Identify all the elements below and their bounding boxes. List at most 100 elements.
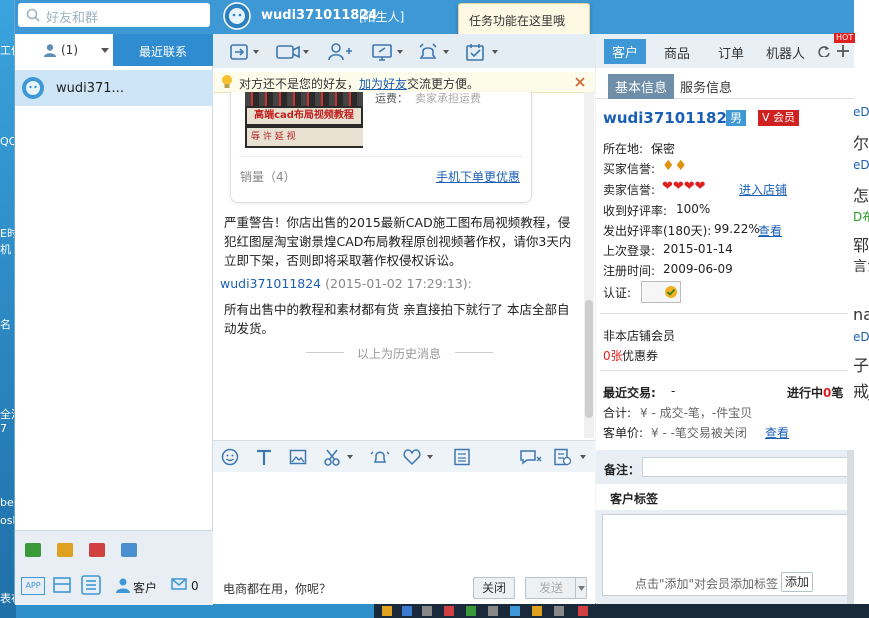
notes-input[interactable] [642,457,848,477]
add-tab-icon[interactable] [836,44,850,58]
last-login-value: 2015-01-14 [663,242,733,256]
auth-badge [641,281,681,303]
send-button[interactable]: 发送 [525,577,577,599]
right-tabs: 客户 商品 订单 机器人 HOT [596,33,856,68]
notice-suffix: 交流更方便。 [407,77,480,91]
add-tag-button[interactable]: 添加 [781,572,813,592]
recent-trade-label: 最近交易: [603,386,656,400]
message-time: (2015-01-02 17:29:13): [325,276,472,291]
list-icon[interactable] [81,575,101,595]
contact-name: wudi371... [56,81,124,96]
tab-product[interactable]: 商品 [664,43,690,62]
mail-icon[interactable] [171,578,187,590]
tab-contacts[interactable]: (1) [15,34,113,66]
customer-icon[interactable] [115,577,131,593]
chat-user-tag: [陌生人] [359,10,405,24]
quick-reply-icon[interactable] [519,448,543,466]
add-user-icon[interactable] [327,42,361,62]
history-label: 以上为历史消息 [357,347,442,361]
search-input[interactable]: 好友和群 [18,3,210,27]
sell-icon[interactable] [121,543,137,557]
divider [306,352,344,353]
add-friend-link[interactable]: 加为好友 [359,77,407,91]
product-image-subtitle: 辱 许 延 视 [247,128,363,146]
customer-label[interactable]: 客户 [133,579,157,596]
alarm-icon[interactable] [417,42,451,62]
send-options-button[interactable] [575,577,587,599]
vip-badge: V 会员 [758,110,800,126]
view-link[interactable]: 查看 [765,424,789,441]
tags-header: 客户标签 [596,484,854,510]
refresh-icon[interactable] [818,45,830,57]
tab-basic-info[interactable]: 基本信息 [608,74,675,99]
chat-scrollbar-thumb[interactable] [585,300,593,418]
tooltip-text: 任务功能在这里哦 [469,14,566,28]
message-input[interactable] [213,472,595,572]
avatar [22,77,44,99]
store-icon[interactable] [53,577,71,593]
tab-recent[interactable]: 最近联系 [113,34,213,66]
product-card[interactable]: 高端cad布局视频教程 辱 许 延 视 运费： 卖家承担运费 销量（4） 手机下… [230,92,532,203]
emoji-icon[interactable] [221,448,239,466]
video-icon[interactable] [275,42,309,62]
avg-price-label: 客单价: [603,426,644,440]
auth-label: 认证: [603,286,632,300]
coupon-count: 0张 [603,349,623,363]
screen-share-icon[interactable] [371,42,405,62]
image-icon[interactable] [289,448,307,466]
heart-icon[interactable] [403,448,439,466]
panel-scrollbar[interactable] [847,450,854,604]
desktop-label: 机 [0,243,11,256]
good-sent-value: 99.22% [714,222,760,236]
send-hint: 电商都在用，你呢？ [223,582,332,596]
tags-label: 客户标签 [610,492,659,506]
tab-order[interactable]: 订单 [718,43,744,62]
screenshot-icon[interactable] [323,448,359,466]
mobile-order-link[interactable]: 手机下单更优惠 [436,168,520,185]
app-icon[interactable]: APP [21,577,45,595]
chat-message: 所有出售中的教程和素材都有货 亲直接拍下就行了 本店全部自动发货。 [224,302,570,336]
format-toolbar [213,440,595,474]
close-button[interactable]: 关闭 [473,577,515,599]
chat-message: 严重警告！你店出售的2015最新CAD施工图布局视频教程，侵犯红图屋淘宝谢景煌C… [224,215,572,268]
heart-icon: ❤❤❤❤ [662,179,706,194]
member-status: 非本店铺会员 [603,329,676,343]
shake-icon[interactable] [369,448,391,466]
enter-shop-link[interactable]: 进入店铺 [739,181,787,198]
tab-customer[interactable]: 客户 [604,39,647,64]
tab-robot[interactable]: 机器人 [766,43,805,62]
font-icon[interactable] [255,448,273,466]
desktop-text: na [853,305,869,324]
calculator-icon[interactable] [453,448,471,466]
in-progress-unit: 笔 [831,386,844,400]
transfer-icon[interactable] [229,42,263,62]
seller-credit-label: 卖家信誉: [603,183,656,197]
close-icon[interactable] [575,77,585,87]
message-sender: wudi371011824 [220,276,322,291]
task-icon[interactable] [465,42,499,62]
contact-list [15,66,213,604]
avatar[interactable] [223,2,251,30]
tool-icon[interactable] [25,543,41,557]
shop-icon[interactable] [89,543,105,557]
diamond-icon: ♦♦ [662,158,688,174]
desktop-text: 怎 [853,186,869,205]
lightbulb-icon [222,75,232,88]
in-progress-label: 进行中 [787,386,824,400]
desktop-label: be [0,496,14,509]
contacts-count: (1) [61,43,78,57]
total-label: 合计: [603,406,632,420]
view-link[interactable]: 查看 [758,222,782,239]
customer-name: wudi371011824 [603,109,738,127]
tab-service-info[interactable]: 服务信息 [680,77,732,96]
tool-icon[interactable] [57,543,73,557]
location-value: 保密 [651,142,676,156]
location-label: 所在地: [603,142,644,156]
notes-section: 备注： 客户标签 点击"添加"对会员添加标签 添加 [596,450,854,604]
chevron-down-icon [578,586,585,591]
gender-badge: 男 [726,110,747,126]
tags-box[interactable]: 点击"添加"对会员添加标签 添加 [602,514,848,596]
search-icon [26,8,40,22]
history-icon[interactable] [553,448,589,466]
list-item[interactable]: wudi371... [15,70,213,106]
